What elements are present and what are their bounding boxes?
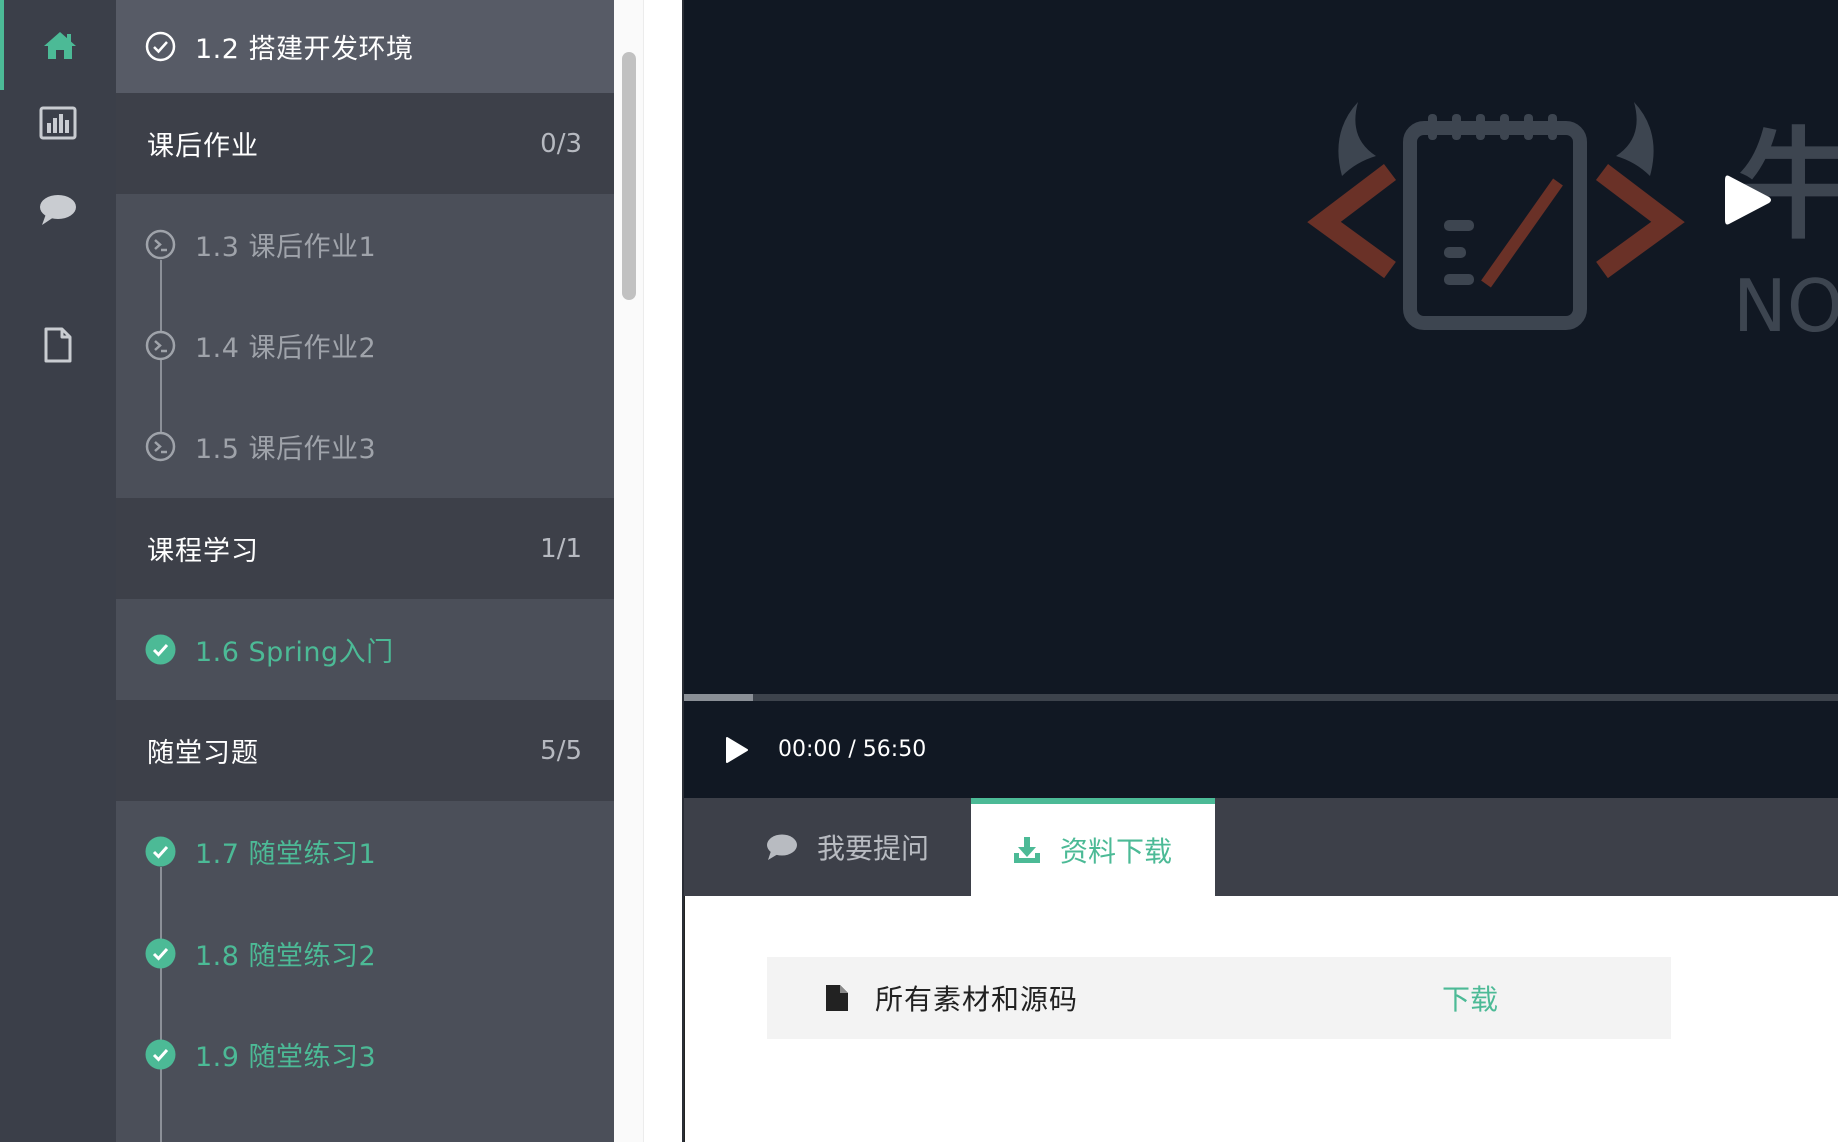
section-header[interactable]: 课后作业 0/3	[116, 93, 614, 194]
section-progress-count: 0/3	[540, 128, 582, 159]
lesson-label: 1.7 随堂练习1	[195, 839, 377, 870]
lesson-item[interactable]: 1.8 随堂练习2	[116, 903, 614, 1004]
scrollbar-thumb[interactable]	[622, 52, 636, 300]
sidebar-scrollbar[interactable]	[614, 0, 644, 1142]
nav-stats-button[interactable]	[0, 78, 116, 168]
section-title: 课后作业	[147, 131, 259, 162]
nav-comments-button[interactable]	[0, 165, 116, 255]
section-progress-count: 1/1	[540, 533, 582, 564]
download-item-row: 所有素材和源码 下载	[767, 957, 1671, 1039]
progress-buffered	[684, 694, 754, 701]
nav-home-button[interactable]	[0, 0, 116, 90]
comment-icon	[40, 195, 76, 225]
check-circle-icon	[145, 938, 176, 969]
course-list-sidebar: 1.2 搭建开发环境 课后作业 0/3 1.3 课后作业1 1.4 课后作业2 …	[116, 0, 614, 1142]
check-circle-icon	[145, 634, 176, 665]
lesson-item[interactable]: 1.5 课后作业3	[116, 396, 614, 497]
lesson-item[interactable]: 1.2 搭建开发环境	[116, 0, 614, 93]
watermark-text: NO	[1733, 264, 1838, 348]
tab-bar: 我要提问 资料下载	[684, 798, 1838, 896]
file-icon	[825, 983, 851, 1013]
section-title: 随堂习题	[147, 738, 259, 769]
logo-watermark-icon	[1307, 102, 1685, 330]
player-controls: 00:00 / 56:50	[684, 701, 1838, 798]
playback-time: 00:00 / 56:50	[778, 737, 927, 762]
download-icon	[1014, 837, 1040, 863]
tab-label: 我要提问	[817, 832, 930, 865]
lesson-item[interactable]: 1.4 课后作业2	[116, 295, 614, 396]
lesson-label: 1.9 随堂练习3	[195, 1042, 377, 1073]
lesson-item[interactable]: 1.6 Spring入门	[116, 599, 614, 700]
tab-label: 资料下载	[1060, 835, 1173, 868]
lesson-label: 1.2 搭建开发环境	[195, 34, 414, 65]
check-circle-icon	[145, 1039, 176, 1070]
play-icon[interactable]	[725, 735, 755, 765]
lesson-label: 1.4 课后作业2	[195, 333, 377, 364]
section-progress-count: 5/5	[540, 735, 582, 766]
lesson-label: 1.3 课后作业1	[195, 232, 377, 263]
homework-pending-icon	[145, 431, 176, 462]
nav-document-button[interactable]	[0, 300, 116, 390]
tab-ask-question[interactable]: 我要提问	[684, 798, 971, 896]
homework-pending-icon	[145, 330, 176, 361]
document-icon	[44, 327, 72, 363]
lesson-item[interactable]: 1.7 随堂练习1	[116, 801, 614, 902]
section-header[interactable]: 课程学习 1/1	[116, 498, 614, 599]
section-header[interactable]: 随堂习题 5/5	[116, 700, 614, 801]
lesson-item[interactable]: 1.9 随堂练习3	[116, 1004, 614, 1105]
completed-circle-icon	[145, 31, 176, 62]
lesson-label: 1.8 随堂练习2	[195, 941, 377, 972]
lesson-item[interactable]: 1.3 课后作业1	[116, 194, 614, 295]
lesson-label: 1.6 Spring入门	[195, 637, 394, 668]
lesson-label: 1.5 课后作业3	[195, 434, 377, 465]
stats-icon	[39, 106, 77, 140]
check-circle-icon	[145, 836, 176, 867]
nav-rail	[0, 0, 116, 1142]
video-progress-bar[interactable]	[684, 694, 1838, 701]
file-name: 所有素材和源码	[875, 983, 1079, 1016]
download-panel: 所有素材和源码 下载	[684, 896, 1838, 1142]
home-icon	[44, 32, 76, 59]
lesson-connector-line	[160, 867, 162, 1142]
download-link[interactable]: 下载	[1442, 978, 1498, 1018]
comment-icon	[767, 834, 797, 860]
section-title: 课程学习	[147, 536, 259, 567]
tab-download-materials[interactable]: 资料下载	[971, 798, 1215, 896]
big-play-icon[interactable]	[1723, 172, 1773, 228]
homework-pending-icon	[145, 229, 176, 260]
course-player-page: { "nav_rail": { "items": [ {"icon": "hom…	[0, 0, 1838, 1142]
